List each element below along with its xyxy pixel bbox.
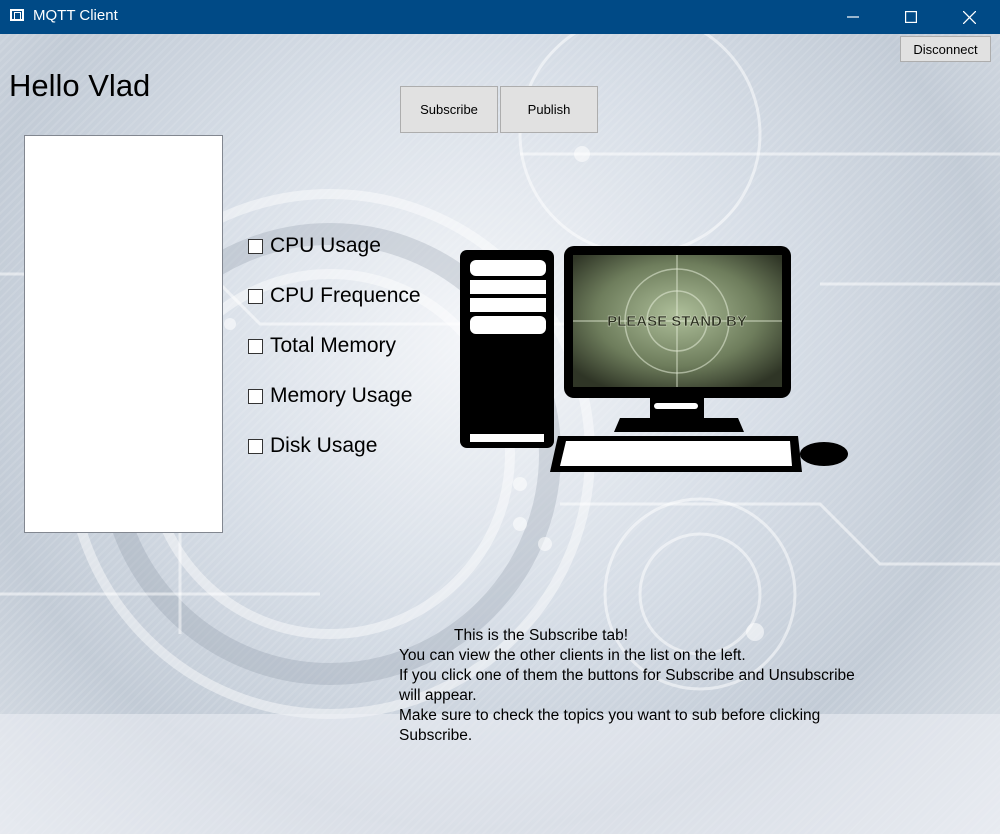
info-line: Make sure to check the topics you want t… — [399, 707, 821, 724]
checkbox[interactable] — [248, 338, 263, 354]
subscribe-info-text: This is the Subscribe tab! You can view … — [399, 626, 919, 746]
checkbox[interactable] — [248, 388, 263, 404]
topic-total-memory[interactable]: Total Memory — [248, 334, 396, 358]
info-line: Subscribe. — [399, 727, 473, 744]
info-line: You can view the other clients in the li… — [399, 647, 746, 664]
title-bar: MQTT Client — [0, 0, 1000, 34]
client-list[interactable] — [24, 135, 223, 533]
info-line: If you click one of them the buttons for… — [399, 667, 855, 684]
topic-label: Disk Usage — [270, 434, 378, 457]
main-panel: Disconnect Hello Vlad Subscribe Publish … — [0, 34, 1000, 834]
window-title: MQTT Client — [33, 7, 118, 24]
app-icon — [10, 9, 24, 21]
checkbox[interactable] — [248, 288, 263, 304]
maximize-icon — [905, 11, 917, 23]
info-line: will appear. — [399, 687, 477, 704]
topic-label: Total Memory — [270, 334, 397, 357]
topic-label: CPU Frequence — [270, 284, 421, 307]
close-icon — [962, 10, 976, 24]
minimize-icon — [847, 16, 859, 18]
topic-disk-usage[interactable]: Disk Usage — [248, 434, 377, 458]
greeting-heading: Hello Vlad — [9, 68, 151, 103]
computer-illustration: PLEASE STAND BY — [460, 246, 848, 472]
topic-memory-usage[interactable]: Memory Usage — [248, 384, 412, 408]
info-line: This is the Subscribe tab! — [454, 627, 629, 644]
maximize-button[interactable] — [882, 0, 940, 34]
close-button[interactable] — [940, 0, 998, 34]
topic-label: Memory Usage — [270, 384, 413, 407]
topic-label: CPU Usage — [270, 234, 381, 257]
tab-publish[interactable]: Publish — [500, 86, 598, 133]
minimize-button[interactable] — [824, 0, 882, 34]
topic-cpu-frequence[interactable]: CPU Frequence — [248, 284, 421, 308]
checkbox[interactable] — [248, 238, 263, 254]
topic-cpu-usage[interactable]: CPU Usage — [248, 234, 381, 258]
tab-subscribe[interactable]: Subscribe — [400, 86, 498, 133]
screen-text: PLEASE STAND BY — [607, 313, 747, 330]
checkbox[interactable] — [248, 438, 263, 454]
disconnect-button[interactable]: Disconnect — [900, 36, 991, 62]
